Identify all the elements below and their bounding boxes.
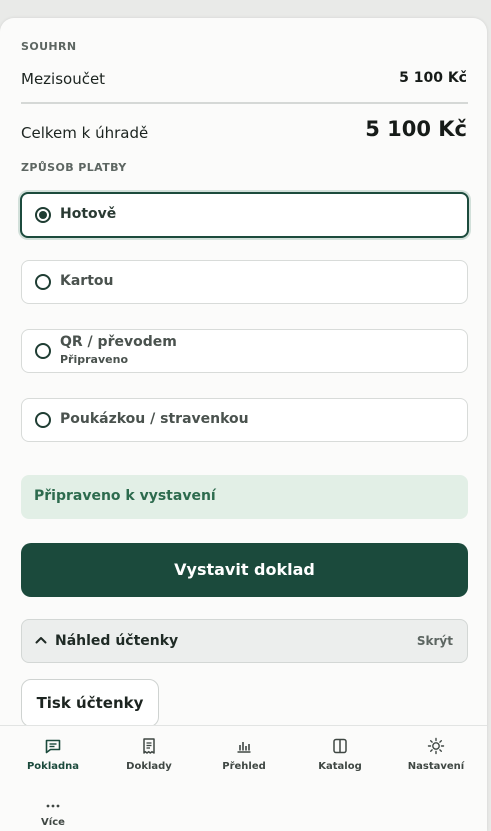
- payment-option-label: Kartou: [60, 273, 114, 289]
- summary-heading: SOUHRN: [21, 40, 77, 53]
- radio-icon[interactable]: [35, 343, 51, 359]
- payment-option-sublabel: Připraveno: [60, 353, 128, 366]
- radio-selected-icon[interactable]: [35, 207, 51, 223]
- message-square-icon: [45, 739, 61, 754]
- status-text: Připraveno k vystavení: [34, 488, 216, 504]
- status-banner: Připraveno k vystavení: [21, 475, 468, 519]
- bar-chart-icon: [237, 742, 251, 753]
- receipt-preview-title: Náhled účtenky: [55, 633, 179, 649]
- nav-item-prehled[interactable]: Přehled: [204, 737, 284, 772]
- payment-option-label: QR / převodem: [60, 334, 177, 350]
- total-label: Celkem k úhradě: [21, 124, 149, 142]
- payment-option-qr[interactable]: QR / převodem Připraveno: [21, 329, 468, 373]
- nav-label: Doklady: [126, 761, 172, 772]
- chevron-up-icon: [35, 637, 47, 644]
- columns-icon: [333, 738, 347, 754]
- nav-label: Nastavení: [407, 761, 465, 772]
- print-receipt-button[interactable]: Tisk účtenky: [21, 679, 159, 727]
- payment-option-label: Hotově: [60, 206, 117, 222]
- nav-label: Katalog: [318, 761, 362, 772]
- payment-option-voucher[interactable]: Poukázkou / stravenkou: [21, 398, 468, 442]
- nav-label: Pokladna: [26, 761, 80, 772]
- total-value: 5 100 Kč: [365, 117, 467, 141]
- nav-item-nastaveni[interactable]: Nastavení: [396, 737, 476, 772]
- hide-preview-button[interactable]: Skrýt: [417, 634, 453, 648]
- payment-option-cash[interactable]: Hotově: [20, 192, 469, 238]
- payment-option-label: Poukázkou / stravenkou: [60, 411, 249, 427]
- receipt-icon: [143, 738, 155, 754]
- nav-label: Přehled: [222, 761, 266, 772]
- subtotal-label: Mezisoučet: [21, 70, 106, 88]
- nav-item-katalog[interactable]: Katalog: [300, 737, 380, 772]
- radio-icon[interactable]: [35, 412, 51, 428]
- nav-item-doklady[interactable]: Doklady: [109, 737, 189, 772]
- payment-option-card[interactable]: Kartou: [21, 260, 468, 304]
- radio-icon[interactable]: [35, 274, 51, 290]
- nav-item-vice[interactable]: Více: [13, 803, 93, 831]
- summary-divider: [21, 102, 468, 104]
- payment-heading: ZPŮSOB PLATBY: [21, 161, 127, 174]
- nav-label: Více: [41, 817, 65, 828]
- issue-receipt-button[interactable]: Vystavit doklad: [21, 543, 468, 597]
- subtotal-value: 5 100 Kč: [399, 70, 467, 86]
- receipt-preview-toggle[interactable]: Náhled účtenky Skrýt: [21, 619, 468, 663]
- sun-icon: [427, 737, 445, 755]
- checkout-panel: SOUHRN Mezisoučet 5 100 Kč Celkem k úhra…: [0, 18, 487, 831]
- bottom-nav: Pokladna Doklady Přehled Katalog Nastave…: [0, 725, 487, 831]
- more-icon: [46, 804, 60, 808]
- nav-item-pokladna[interactable]: Pokladna: [13, 737, 93, 772]
